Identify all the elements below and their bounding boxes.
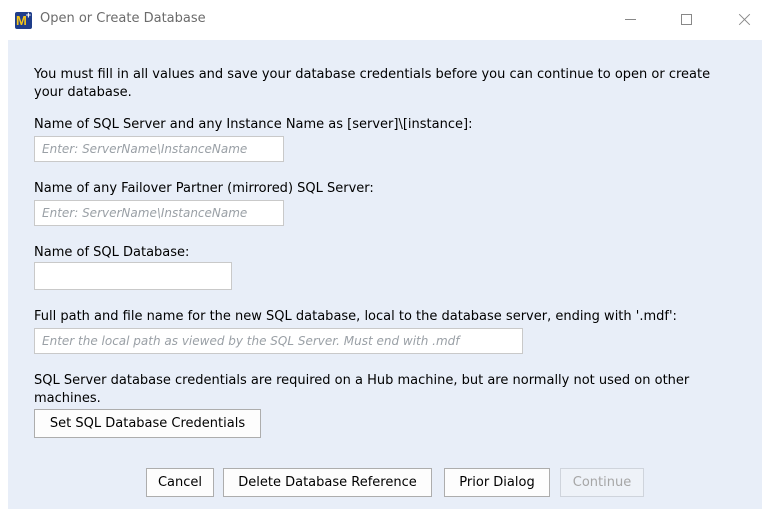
failover-partner-label: Name of any Failover Partner (mirrored) …: [34, 181, 374, 196]
delete-database-reference-button[interactable]: Delete Database Reference: [223, 468, 432, 497]
close-button[interactable]: [721, 0, 767, 38]
mdf-path-label: Full path and file name for the new SQL …: [34, 309, 677, 324]
maximize-button[interactable]: [663, 0, 709, 38]
intro-text-line1: You must fill in all values and save you…: [34, 67, 711, 82]
maximize-icon: [680, 13, 692, 25]
set-credentials-button[interactable]: Set SQL Database Credentials: [34, 409, 261, 438]
database-name-label: Name of SQL Database:: [34, 245, 190, 260]
minimize-icon: [624, 18, 636, 20]
prior-dialog-button[interactable]: Prior Dialog: [444, 468, 550, 497]
app-icon: M +: [15, 10, 32, 29]
mdf-path-input[interactable]: Enter the local path as viewed by the SQ…: [34, 328, 523, 354]
failover-partner-input[interactable]: Enter: ServerName\InstanceName: [34, 200, 284, 226]
minimize-button[interactable]: [607, 0, 653, 38]
window-title: Open or Create Database: [40, 11, 206, 26]
database-name-input[interactable]: [34, 262, 232, 290]
dialog-body: You must fill in all values and save you…: [8, 40, 762, 509]
credentials-note-line1: SQL Server database credentials are requ…: [34, 373, 690, 388]
server-name-label: Name of SQL Server and any Instance Name…: [34, 117, 473, 132]
close-icon: [738, 13, 751, 26]
server-name-input[interactable]: Enter: ServerName\InstanceName: [34, 136, 284, 162]
continue-button[interactable]: Continue: [560, 468, 644, 497]
cancel-button[interactable]: Cancel: [146, 468, 214, 497]
credentials-note-line2: machines.: [34, 391, 101, 406]
title-bar[interactable]: M + Open or Create Database: [0, 0, 769, 40]
intro-text-line2: your database.: [34, 85, 132, 100]
